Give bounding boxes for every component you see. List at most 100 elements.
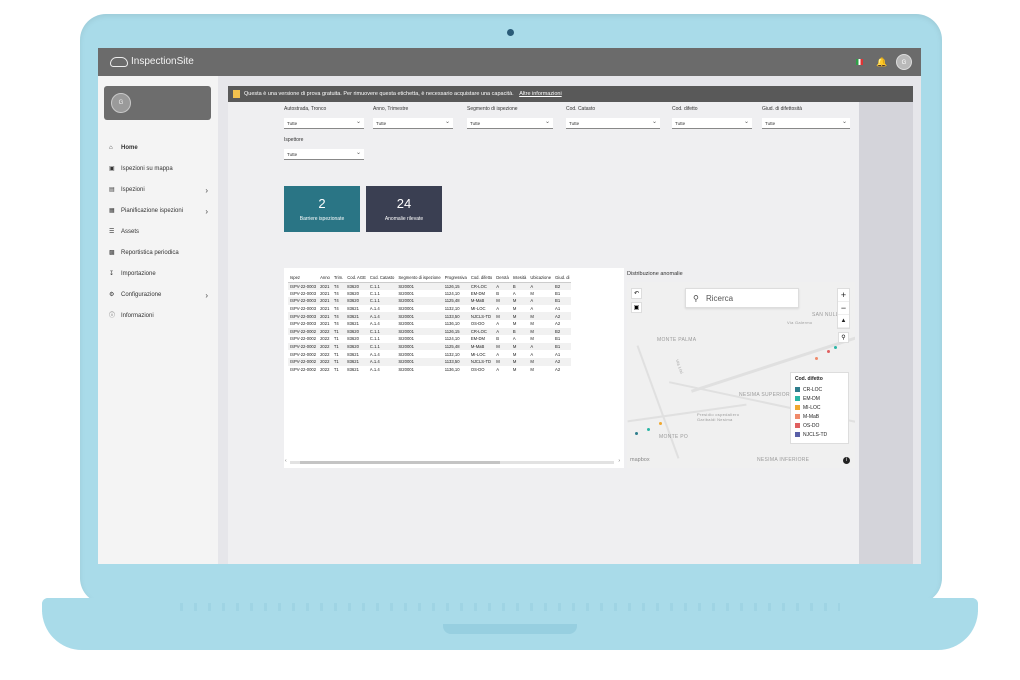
table-column-header[interactable]: Intesità — [510, 273, 529, 283]
zoom-in-button[interactable]: + — [838, 289, 849, 302]
sidebar-item-informazioni[interactable]: ⓘ Informazioni — [98, 306, 218, 327]
table-cell: 2022 — [318, 327, 332, 336]
table-cell: T1 — [331, 327, 346, 336]
map-legend: Cod. difetto CR-LOC EM-DM MI-LOC M-MaB O… — [790, 372, 849, 444]
filter-select[interactable]: Tutte ⌄ — [467, 118, 553, 129]
table-cell: 2022 — [318, 357, 332, 366]
table-row[interactable]: ISPV-22-0002 2022 T1 83620 C.1.1 SI20001 1125,… — [288, 342, 572, 351]
compass-icon[interactable]: ▲ — [838, 315, 849, 328]
table-row[interactable]: ISPV-22-0003 2021 T4 83621 A.1.4 SI20001 1132,… — [288, 305, 571, 313]
table-cell: ISPV-22-0003 — [290, 290, 317, 296]
laptop-notch — [443, 624, 577, 634]
anomaly-point[interactable] — [827, 350, 830, 353]
zoom-out-button[interactable]: − — [838, 302, 849, 315]
card-caption: Anomalie rilevate — [384, 216, 424, 222]
card-anomalie-rilevate[interactable]: 24 Anomalie rilevate — [366, 186, 442, 232]
anomaly-point[interactable] — [647, 428, 650, 431]
table-cell: 2022 — [320, 366, 330, 372]
table-row[interactable]: ISPV-22-0002 2022 T1 83621 A.1.4 SI20001 1133,… — [288, 357, 572, 366]
card-barriere-ispezionate[interactable]: 2 Barriere ispezionate — [284, 186, 360, 232]
filter-select[interactable]: Tutte ⌄ — [284, 118, 364, 129]
scrollbar-thumb[interactable] — [300, 461, 500, 464]
locate-icon[interactable]: ⚲ — [838, 332, 849, 343]
table-cell: M-MaB — [468, 297, 495, 305]
scroll-right-icon[interactable]: › — [618, 458, 620, 464]
table-column-header[interactable]: Progressiva — [442, 273, 469, 283]
table-cell: A1 — [555, 351, 561, 357]
lasso-select-icon[interactable]: ↶ — [631, 288, 642, 299]
filter-select[interactable]: Tutte ⌄ — [566, 118, 660, 129]
sidebar-user-card[interactable]: G — [104, 86, 211, 120]
sidebar-item-label: Pianificazione ispezioni — [121, 208, 184, 214]
table-row[interactable]: ISPV-22-0002 2022 T1 83620 C.1.1 SI20001 1124,… — [288, 335, 571, 343]
table-cell: SI20001 — [398, 321, 414, 327]
sidebar-item-home[interactable]: ⌂ Home — [98, 138, 218, 159]
table-cell: 83621 — [347, 366, 359, 372]
app-logo[interactable]: InspectionSite — [110, 56, 194, 67]
table-column-header[interactable]: Segmento di ispezione — [396, 273, 443, 283]
table-row[interactable]: ISPV-22-0003 2021 T4 83620 C.1.1 SI20001 1124,… — [288, 290, 571, 298]
table-row[interactable]: ISPV-22-0003 2021 T4 83620 C.1.1 SI20001 1125,… — [288, 297, 572, 305]
table-column-header[interactable]: Derotà — [494, 273, 511, 283]
table-row[interactable]: ISPV-22-0003 2021 T4 83621 A.1.4 SI20001 1136,… — [288, 320, 571, 328]
table-cell: 1136,10 — [444, 366, 460, 372]
anomaly-point[interactable] — [635, 432, 638, 435]
table-cell: 1124,10 — [444, 336, 460, 342]
table-column-header[interactable]: Cod. AGE — [345, 273, 368, 283]
table-cell: SI20001 — [398, 336, 414, 342]
table-column-header[interactable]: Cod. Catasto — [367, 273, 397, 283]
map-search-input[interactable]: ⚲ Ricerca — [685, 288, 799, 308]
table-row[interactable]: ISPV-22-0002 2022 T1 83621 A.1.4 SI20001 1136,… — [288, 366, 571, 374]
sidebar-item-pianificazione[interactable]: ▦ Pianificazione ispezioni › — [98, 201, 218, 222]
horizontal-scrollbar[interactable]: ‹ › — [285, 458, 620, 464]
filter-select[interactable]: Tutte ⌄ — [373, 118, 453, 129]
table-row[interactable]: ISPV-22-0002 2022 T1 83621 A.1.4 SI20001 1132,… — [288, 350, 571, 358]
bell-icon[interactable]: 🔔 — [876, 57, 887, 68]
scroll-left-icon[interactable]: ‹ — [285, 458, 287, 464]
filter-select[interactable]: Tutte ⌄ — [672, 118, 752, 129]
mapbox-logo[interactable]: mapbox — [630, 457, 650, 463]
table-column-header[interactable]: Giud. di — [553, 273, 572, 283]
sidebar-item-reportistica[interactable]: ▩ Reportistica periodica — [98, 243, 218, 264]
table-column-header[interactable]: Trim. — [331, 273, 346, 283]
box-select-icon[interactable]: ▣ — [631, 302, 642, 313]
table-row[interactable]: ISPV-22-0002 2022 T1 83620 C.1.1 SI20001 1126,… — [288, 327, 572, 336]
table-column-header[interactable]: Ispez — [288, 273, 319, 283]
table-column-header[interactable]: Anno — [318, 273, 332, 283]
table-cell: B — [510, 327, 529, 336]
anomaly-point[interactable] — [834, 346, 837, 349]
filter-select[interactable]: Tutte ⌄ — [284, 149, 364, 160]
filter-catasto: Cod. Catasto Tutte ⌄ — [566, 106, 660, 129]
table-cell: A — [496, 366, 500, 372]
anomalies-map[interactable]: MONTE PALMA NESIMA SUPERIORE Presidio os… — [627, 282, 855, 468]
table-cell: M — [510, 357, 529, 366]
table-row[interactable]: ISPV-22-0003 2021 T4 83621 A.1.4 SI20001 1133,… — [288, 312, 572, 320]
sidebar-item-ispezioni[interactable]: ▤ Ispezioni › — [98, 180, 218, 201]
table-row[interactable]: ISPV-22-0003 2021 T4 83620 C.1.1 SI20001 1126,… — [288, 282, 572, 290]
table-cell: 2021 — [318, 312, 332, 320]
italian-flag-icon[interactable] — [856, 59, 863, 65]
sidebar-item-ispezioni-su-mappa[interactable]: ▣ Ispezioni su mappa — [98, 159, 218, 180]
trial-more-info-link[interactable]: Altre informazioni — [519, 91, 562, 97]
table-cell: B1 — [553, 342, 572, 351]
table-cell: A — [496, 321, 500, 327]
anomalies-table: Ispez Anno Trim. Cod. AGE Cod. Catasto Segmen… — [288, 273, 572, 374]
table-cell: CR-LOC — [468, 327, 495, 336]
user-avatar[interactable]: G — [896, 54, 912, 70]
sidebar-item-configurazione[interactable]: ⚙ Configurazione › — [98, 285, 218, 306]
trial-message: Questa è una versione di prova gratuita.… — [244, 91, 514, 97]
filter-select[interactable]: Tutte ⌄ — [762, 118, 850, 129]
anomaly-point[interactable] — [815, 357, 818, 360]
table-cell: A — [528, 282, 554, 290]
chevron-down-icon: ⌄ — [355, 150, 361, 156]
info-icon[interactable]: i — [843, 457, 850, 464]
table-cell: A2 — [555, 321, 561, 327]
sidebar-item-assets[interactable]: ☰ Assets — [98, 222, 218, 243]
anomaly-point[interactable] — [659, 422, 662, 425]
table-column-header[interactable]: Ubicazione — [528, 273, 554, 283]
sidebar-item-importazione[interactable]: ↧ Importazione — [98, 264, 218, 285]
sidebar-avatar: G — [111, 93, 131, 113]
table-column-header[interactable]: Cod. difetto — [468, 273, 495, 283]
table-cell: 1125,48 — [442, 342, 469, 351]
table-cell: M-MaB — [468, 342, 495, 351]
